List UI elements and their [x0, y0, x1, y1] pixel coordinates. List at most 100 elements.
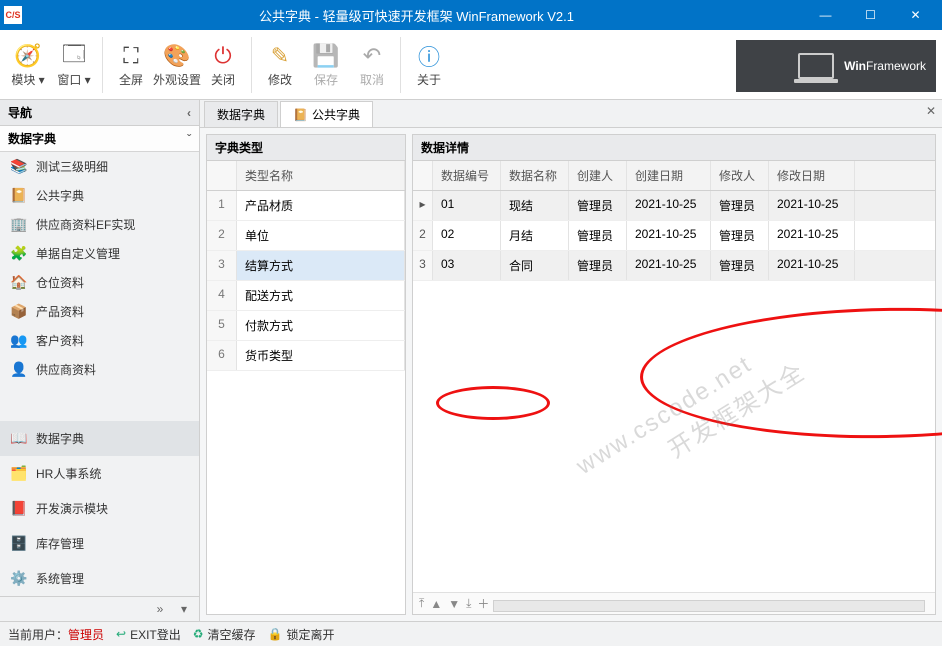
cell-no: 02 [433, 221, 501, 250]
compass-icon: 🧭 [14, 41, 41, 71]
nav-menu-icon[interactable]: ▾ [175, 600, 193, 618]
app-icon: C/S [4, 6, 22, 24]
cell-creator: 管理员 [569, 251, 627, 280]
dict-type-row[interactable]: 3结算方式 [207, 251, 405, 281]
close-button[interactable]: ⏻关闭 [201, 35, 245, 95]
nav-module[interactable]: 📕开发演示模块 [0, 491, 199, 526]
undo-icon: ↶ [363, 41, 381, 71]
nav-title: 导航‹ [0, 100, 199, 126]
exit-icon: ↩ [116, 627, 126, 641]
nav-module[interactable]: 🗄️库存管理 [0, 526, 199, 561]
current-user: 管理员 [68, 628, 104, 642]
data-row[interactable]: 3 03 合同 管理员 2021-10-25 管理员 2021-10-25 [413, 251, 935, 281]
last-icon[interactable]: ⤓ [466, 596, 471, 611]
row-indicator: 2 [413, 221, 433, 250]
chevron-down-icon: ˇ [187, 132, 191, 146]
current-user-label: 当前用户： [8, 628, 68, 642]
first-icon[interactable]: ⤒ [419, 596, 424, 611]
h-scrollbar[interactable] [493, 600, 925, 612]
tab[interactable]: 📔 公共字典 [280, 101, 373, 127]
cell-mdate: 2021-10-25 [769, 251, 855, 280]
modify-button[interactable]: ✎修改 [258, 35, 302, 95]
data-row[interactable]: 2 02 月结 管理员 2021-10-25 管理员 2021-10-25 [413, 221, 935, 251]
nav-module[interactable]: 🗂️HR人事系统 [0, 456, 199, 491]
nav-item[interactable]: 📔公共字典 [0, 181, 199, 210]
module-button[interactable]: 🧭模块 ▾ [6, 35, 50, 95]
data-row[interactable]: ▸ 01 现结 管理员 2021-10-25 管理员 2021-10-25 [413, 191, 935, 221]
window-title: 公共字典 - 轻量级可快速开发框架 WinFramework V2.1 [30, 6, 803, 25]
lock-button[interactable]: 🔒锁定离开 [268, 626, 335, 643]
nav-expand-icon[interactable]: » [151, 600, 169, 618]
nav-item[interactable]: 👥客户资料 [0, 326, 199, 355]
palette-icon: 🎨 [163, 41, 190, 71]
prev-icon[interactable]: ▲ [430, 597, 442, 611]
nav-module[interactable]: 📖数据字典 [0, 421, 199, 456]
tabs-close-icon[interactable]: ✕ [926, 104, 936, 118]
nav-item[interactable]: 👤供应商资料 [0, 355, 199, 384]
grid-footer: ⤒ ▲ ▼ ⤓ ＋ ✕ [413, 592, 935, 614]
nav-item-icon: 🏢 [10, 216, 28, 233]
save-button: 💾保存 [304, 35, 348, 95]
nav-item[interactable]: 🧩单据自定义管理 [0, 239, 199, 268]
nav-module[interactable]: ⚙️系统管理 [0, 561, 199, 596]
col-modifier[interactable]: 修改人 [711, 161, 769, 190]
cell-cdate: 2021-10-25 [627, 221, 711, 250]
add-icon[interactable]: ＋ [477, 595, 489, 612]
nav-item-label: 公共字典 [36, 187, 84, 204]
about-button[interactable]: ⓘ关于 [407, 35, 451, 95]
next-icon[interactable]: ▼ [448, 597, 460, 611]
row-number: 5 [207, 311, 237, 340]
nav-group[interactable]: 数据字典ˇ [0, 126, 199, 152]
module-label: 开发演示模块 [36, 500, 108, 517]
nav-collapse-icon[interactable]: ‹ [187, 106, 191, 120]
statusbar: 当前用户：管理员 ↩EXIT登出 ♻清空缓存 🔒锁定离开 [0, 621, 942, 646]
row-number: 1 [207, 191, 237, 220]
fullscreen-icon: ⛶ [123, 41, 138, 71]
module-icon: 🗄️ [10, 535, 28, 552]
dict-type-row[interactable]: 4配送方式 [207, 281, 405, 311]
close-window-button[interactable]: ✕ [893, 0, 938, 30]
dict-type-cell: 货币类型 [237, 341, 405, 370]
exit-button[interactable]: ↩EXIT登出 [116, 626, 181, 643]
cell-cdate: 2021-10-25 [627, 191, 711, 220]
tab-icon: 📔 [293, 108, 308, 122]
window-button[interactable]: 🗔窗口 ▾ [52, 35, 96, 95]
nav-panel: 导航‹ 数据字典ˇ 📚测试三级明细📔公共字典🏢供应商资料EF实现🧩单据自定义管理… [0, 100, 200, 621]
dict-type-row[interactable]: 1产品材质 [207, 191, 405, 221]
col-creator[interactable]: 创建人 [569, 161, 627, 190]
tab-label: 公共字典 [312, 106, 360, 123]
nav-item-icon: 🧩 [10, 245, 28, 262]
tab[interactable]: 数据字典 [204, 101, 278, 127]
nav-item[interactable]: 🏠仓位资料 [0, 268, 199, 297]
lock-icon: 🔒 [268, 627, 283, 641]
refresh-icon: ♻ [193, 627, 204, 641]
nav-item-icon: 📚 [10, 158, 28, 175]
dict-type-header[interactable]: 类型名称 [237, 161, 405, 190]
fullscreen-button[interactable]: ⛶全屏 [109, 35, 153, 95]
data-detail-panel: 数据详情 数据编号 数据名称 创建人 创建日期 修改人 修改日期 ▸ 01 现结… [412, 134, 936, 615]
col-data-no[interactable]: 数据编号 [433, 161, 501, 190]
laptop-icon [798, 53, 834, 79]
cell-creator: 管理员 [569, 221, 627, 250]
nav-item[interactable]: 📦产品资料 [0, 297, 199, 326]
appearance-button[interactable]: 🎨外观设置 [155, 35, 199, 95]
maximize-button[interactable]: ☐ [848, 0, 893, 30]
module-icon: 🗂️ [10, 465, 28, 482]
minimize-button[interactable]: — [803, 0, 848, 30]
module-label: 数据字典 [36, 430, 84, 447]
dict-type-panel: 字典类型 类型名称 1产品材质2单位3结算方式4配送方式5付款方式6货币类型 [206, 134, 406, 615]
titlebar: C/S 公共字典 - 轻量级可快速开发框架 WinFramework V2.1 … [0, 0, 942, 30]
cell-modifier: 管理员 [711, 251, 769, 280]
cell-creator: 管理员 [569, 191, 627, 220]
nav-item[interactable]: 🏢供应商资料EF实现 [0, 210, 199, 239]
dict-type-row[interactable]: 2单位 [207, 221, 405, 251]
dict-type-row[interactable]: 6货币类型 [207, 341, 405, 371]
cell-no: 01 [433, 191, 501, 220]
dict-type-row[interactable]: 5付款方式 [207, 311, 405, 341]
col-modify-date[interactable]: 修改日期 [769, 161, 855, 190]
clear-cache-button[interactable]: ♻清空缓存 [193, 626, 256, 643]
col-create-date[interactable]: 创建日期 [627, 161, 711, 190]
col-data-name[interactable]: 数据名称 [501, 161, 569, 190]
nav-item[interactable]: 📚测试三级明细 [0, 152, 199, 181]
cell-name: 月结 [501, 221, 569, 250]
